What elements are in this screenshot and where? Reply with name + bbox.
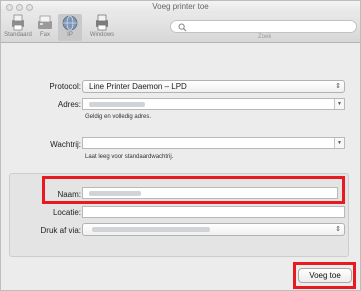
toolbar-item-label: Fax [39, 32, 50, 38]
toolbar-item-default[interactable]: Standaard [3, 14, 33, 38]
search-field[interactable] [170, 20, 357, 33]
redacted-driver [92, 227, 210, 232]
windows-printer-icon [96, 14, 108, 31]
protocol-label: Protocol: [49, 82, 81, 91]
search-icon [178, 23, 187, 32]
globe-icon [62, 15, 78, 31]
name-highlight-box [42, 176, 345, 204]
chevron-down-icon[interactable]: ▼ [334, 99, 344, 109]
toolbar-item-label: Standaard [4, 32, 32, 38]
search-label: Zoek [258, 34, 272, 40]
window-title: Voeg printer toe [152, 2, 209, 11]
toolbar-item-label: Windows [89, 32, 115, 38]
printer-default-icon [12, 14, 24, 31]
use-label: Druk af via: [40, 226, 81, 235]
queue-hint: Laat leeg voor standaardwachtrij. [85, 154, 174, 160]
location-field[interactable] [82, 206, 345, 218]
toolbar-item-windows[interactable]: Windows [85, 14, 119, 38]
protocol-value: Line Printer Daemon – LPD [89, 82, 187, 91]
address-hint: Geldig en volledig adres. [85, 114, 152, 120]
popup-arrows-icon: ⇕ [335, 83, 341, 90]
toolbar-item-ip[interactable]: IP [57, 14, 83, 41]
chevron-down-icon[interactable]: ▼ [334, 138, 344, 148]
address-label: Adres: [57, 100, 81, 109]
address-field[interactable]: ▼ [82, 98, 345, 110]
title-bar: Voeg printer toe [1, 1, 360, 13]
popup-arrows-icon: ⇕ [335, 226, 341, 233]
protocol-popup[interactable]: Line Printer Daemon – LPD ⇕ [82, 80, 345, 93]
queue-field[interactable]: ▼ [82, 137, 345, 149]
driver-popup[interactable]: ⇕ [82, 223, 345, 236]
toolbar-item-label: IP [67, 32, 73, 38]
toolbar-item-fax[interactable]: Fax [33, 14, 57, 38]
add-button-highlight-box [293, 262, 356, 289]
fax-icon [38, 15, 52, 29]
add-printer-window: Voeg printer toe Standaard Fax IP Window… [0, 0, 361, 291]
location-label: Locatie: [52, 208, 81, 217]
redacted-address [89, 102, 145, 107]
queue-label: Wachtrij: [50, 140, 81, 149]
